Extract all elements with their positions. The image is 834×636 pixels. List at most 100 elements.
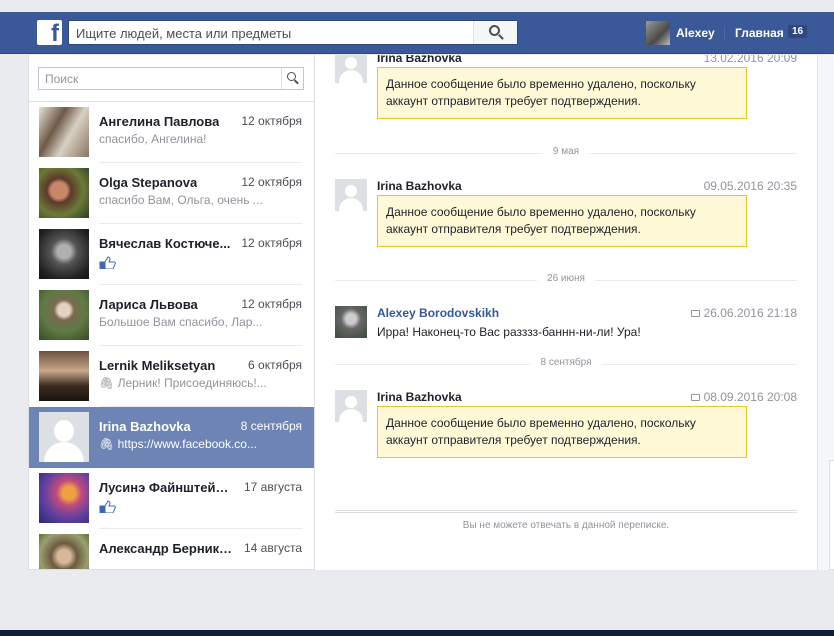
bottom-strip	[0, 630, 834, 636]
message-timestamp: 08.09.2016 20:08	[690, 390, 797, 404]
conversation-snippet: спасибо, Ангелина!	[99, 132, 207, 146]
message-author[interactable]: Irina Bazhovka	[377, 179, 462, 193]
conversation-search-button[interactable]	[281, 68, 303, 89]
conversation-date: 17 августа	[243, 480, 302, 494]
conversation-item[interactable]: Лусинэ Файнштейн... 17 августа	[29, 468, 314, 529]
top-navbar: f Ищите людей, места или предметы Alexey…	[0, 12, 834, 54]
facebook-logo-letter: f	[51, 20, 59, 47]
global-search-input[interactable]: Ищите людей, места или предметы	[68, 20, 518, 45]
deleted-message-notice: Данное сообщение было временно удалено, …	[377, 406, 747, 458]
conversation-name: Лариса Львова	[99, 297, 198, 312]
conversation-name: Вячеслав Костюче...	[99, 236, 231, 251]
conversation-name: Lernik Meliksetyan	[99, 358, 216, 373]
conversation-name: Olga Stepanova	[99, 175, 198, 190]
message-author[interactable]: Irina Bazhovka	[377, 55, 462, 65]
cannot-reply-notice: Вы не можете отвечать в данной переписке…	[462, 520, 670, 531]
attachment-icon: 🖇︎	[99, 376, 118, 390]
timestamp-text: 26.06.2016 21:18	[703, 306, 797, 320]
conversation-item[interactable]: Olga Stepanova 12 октября спасибо Вам, О…	[29, 163, 314, 224]
date-divider: 26 июня	[335, 273, 797, 284]
nav-divider	[724, 26, 725, 40]
nav-home-link[interactable]: Главная	[735, 26, 784, 40]
deleted-message-notice: Данное сообщение было временно удалено, …	[377, 67, 747, 119]
conversation-date: 12 октября	[241, 114, 302, 128]
facebook-logo[interactable]: f	[37, 20, 62, 47]
conversation-item-selected[interactable]: Irina Bazhovka 8 сентября 🖇︎ https://www…	[29, 407, 314, 468]
user-avatar	[646, 20, 670, 45]
notice-line: аккаунт отправителя требует подтверждени…	[386, 433, 641, 447]
conversation-item[interactable]: Вячеслав Костюче... 12 октября	[29, 224, 314, 285]
top-strip	[0, 0, 834, 12]
right-scrollbar[interactable]	[817, 55, 834, 570]
sender-avatar	[335, 306, 367, 338]
conversation-date: 12 октября	[241, 175, 302, 189]
message-text: Ирра! Наконец-то Вас разззз-баннн-ни-ли!…	[377, 325, 641, 339]
conversation-name: Irina Bazhovka	[99, 419, 191, 434]
contact-avatar	[39, 107, 89, 157]
contact-avatar	[39, 351, 89, 401]
notice-line: Данное сообщение было временно удалено, …	[386, 77, 696, 91]
scrollbar-thumb[interactable]	[829, 460, 834, 570]
search-icon	[287, 72, 300, 85]
contact-avatar	[39, 412, 89, 462]
date-divider-label: 8 сентября	[530, 357, 602, 368]
date-divider: 9 мая	[335, 146, 797, 157]
conversation-date: 12 октября	[241, 297, 302, 311]
conversation-snippet: 🖇︎ Лерник! Присоединяюсь!...	[99, 376, 267, 390]
nav-user-name: Alexey	[676, 25, 715, 40]
sender-avatar	[335, 55, 367, 83]
chat-icon	[690, 310, 700, 317]
attachment-icon: 🖇︎	[99, 437, 118, 451]
conversation-date: 12 октября	[241, 236, 302, 250]
deleted-message-notice: Данное сообщение было временно удалено, …	[377, 195, 747, 247]
date-divider: 8 сентября	[335, 357, 797, 368]
conversation-snippet: Большое Вам спасибо, Лар...	[99, 315, 263, 329]
notice-line: Данное сообщение было временно удалено, …	[386, 416, 696, 430]
global-search-button[interactable]	[473, 21, 517, 44]
chat-icon	[690, 394, 700, 401]
conversation-date: 6 октября	[248, 358, 302, 372]
conversation-snippet: спасибо Вам, Ольга, очень ...	[99, 193, 263, 207]
conversation-date: 8 сентября	[240, 419, 302, 433]
conversation-list-panel: Поиск Ангелина Павлова 12 октября спасиб…	[28, 55, 315, 570]
conversation-search-input[interactable]: Поиск	[38, 67, 304, 90]
home-notification-badge: 16	[788, 25, 808, 38]
conversation-item[interactable]: Лариса Львова 12 октября Большое Вам спа…	[29, 285, 314, 346]
contact-avatar	[39, 290, 89, 340]
composer-divider	[335, 510, 797, 513]
conversation-name: Ангелина Павлова	[99, 114, 220, 129]
message-timestamp: 09.05.2016 20:35	[703, 179, 797, 193]
message-timestamp: 13.02.2016 20:09	[703, 55, 797, 65]
snippet-text: https://www.facebook.co...	[117, 437, 257, 451]
message-thread-panel: Irina Bazhovka 13.02.2016 20:09 Данное с…	[315, 55, 818, 570]
conversation-name: Лусинэ Файнштейн...	[99, 480, 234, 495]
conversation-item[interactable]: Ангелина Павлова 12 октября спасибо, Анг…	[29, 102, 314, 163]
conversation-search-placeholder: Поиск	[45, 72, 79, 86]
message-timestamp: 26.06.2016 21:18	[690, 306, 797, 320]
notice-line: аккаунт отправителя требует подтверждени…	[386, 222, 641, 236]
contact-avatar	[39, 168, 89, 218]
notice-line: аккаунт отправителя требует подтверждени…	[386, 94, 641, 108]
conversation-item[interactable]: Александр Берников 14 августа	[29, 529, 314, 569]
like-icon	[99, 500, 116, 513]
sender-avatar	[335, 179, 367, 211]
snippet-text: Лерник! Присоединяюсь!...	[117, 376, 267, 390]
message-author[interactable]: Alexey Borodovskikh	[377, 306, 499, 320]
nav-user-profile[interactable]: Alexey	[646, 20, 715, 45]
sender-avatar	[335, 390, 367, 422]
contact-avatar	[39, 229, 89, 279]
message-author[interactable]: Irina Bazhovka	[377, 390, 462, 404]
like-icon	[99, 256, 116, 269]
conversation-name: Александр Берников	[99, 541, 234, 556]
date-divider-label: 26 июня	[537, 273, 595, 284]
notice-line: Данное сообщение было временно удалено, …	[386, 205, 696, 219]
conversation-item[interactable]: Lernik Meliksetyan 6 октября 🖇︎ Лерник! …	[29, 346, 314, 407]
conversation-snippet: 🖇︎ https://www.facebook.co...	[99, 437, 257, 451]
global-search-placeholder: Ищите людей, места или предметы	[76, 26, 292, 41]
search-icon	[489, 25, 505, 41]
contact-avatar	[39, 534, 89, 569]
contact-avatar	[39, 473, 89, 523]
conversation-date: 14 августа	[243, 541, 302, 555]
date-divider-label: 9 мая	[542, 146, 590, 157]
timestamp-text: 08.09.2016 20:08	[703, 390, 797, 404]
